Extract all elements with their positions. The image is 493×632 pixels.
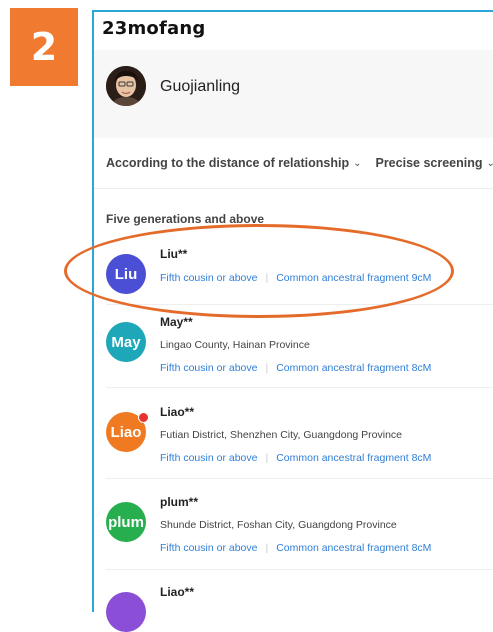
- step-number-badge: 2: [10, 8, 78, 86]
- profile-header[interactable]: Guojianling: [94, 50, 493, 138]
- notification-dot-icon: [138, 412, 149, 423]
- match-relationship-row: Fifth cousin or above | Common ancestral…: [160, 272, 431, 284]
- user-photo-icon: [106, 66, 146, 106]
- filter-bar: According to the distance of relationshi…: [94, 138, 493, 189]
- row-divider: [106, 569, 493, 570]
- app-screen: 23mofang Guojianling According to the di…: [92, 10, 493, 612]
- match-list-item[interactable]: May May** Lingao County, Hainan Province…: [94, 306, 493, 396]
- match-avatar[interactable]: plum: [106, 502, 146, 542]
- match-avatar[interactable]: [106, 592, 146, 632]
- match-list-item[interactable]: Liu Liu** Fifth cousin or above | Common…: [94, 240, 493, 310]
- profile-name[interactable]: Guojianling: [160, 78, 240, 96]
- precise-screening-dropdown[interactable]: Precise screening ⌄: [375, 156, 493, 170]
- shared-dna-label[interactable]: Common ancestral fragment 8cM: [276, 362, 431, 374]
- avatar-initials: plum: [108, 514, 144, 531]
- match-name[interactable]: plum**: [160, 495, 198, 509]
- avatar-initials: Liu: [115, 266, 138, 283]
- match-name[interactable]: Liao**: [160, 585, 194, 599]
- match-list-item[interactable]: plum plum** Shunde District, Foshan City…: [94, 486, 493, 576]
- chevron-down-icon: ⌄: [353, 158, 361, 169]
- row-divider: [106, 478, 493, 479]
- match-location: Futian District, Shenzhen City, Guangdon…: [160, 429, 402, 441]
- match-avatar[interactable]: Liu: [106, 254, 146, 294]
- divider-bar: |: [265, 542, 268, 554]
- divider-bar: |: [265, 452, 268, 464]
- brand-header: 23mofang: [94, 12, 493, 51]
- match-relationship-row: Fifth cousin or above | Common ancestral…: [160, 452, 431, 464]
- shared-dna-label[interactable]: Common ancestral fragment 9cM: [276, 272, 431, 284]
- relationship-label[interactable]: Fifth cousin or above: [160, 362, 257, 374]
- relationship-label[interactable]: Fifth cousin or above: [160, 452, 257, 464]
- match-name[interactable]: Liao**: [160, 405, 194, 419]
- row-divider: [106, 387, 493, 388]
- match-list-item[interactable]: Liao Liao** Futian District, Shenzhen Ci…: [94, 396, 493, 486]
- brand-logo: 23mofang: [102, 18, 205, 39]
- divider-bar: |: [265, 362, 268, 374]
- relationship-label[interactable]: Fifth cousin or above: [160, 272, 257, 284]
- divider-bar: |: [265, 272, 268, 284]
- precise-screening-label: Precise screening: [375, 156, 482, 170]
- profile-avatar[interactable]: [106, 66, 146, 106]
- match-relationship-row: Fifth cousin or above | Common ancestral…: [160, 542, 431, 554]
- match-location: Lingao County, Hainan Province: [160, 339, 310, 351]
- match-location: Shunde District, Foshan City, Guangdong …: [160, 519, 397, 531]
- match-relationship-row: Fifth cousin or above | Common ancestral…: [160, 362, 431, 374]
- match-name[interactable]: Liu**: [160, 247, 187, 261]
- shared-dna-label[interactable]: Common ancestral fragment 8cM: [276, 542, 431, 554]
- match-list-item[interactable]: Liao**: [94, 576, 493, 616]
- match-name[interactable]: May**: [160, 315, 193, 329]
- avatar-initials: Liao: [111, 424, 142, 441]
- chevron-down-icon: ⌄: [487, 158, 493, 169]
- match-avatar[interactable]: May: [106, 322, 146, 362]
- row-divider: [106, 304, 493, 305]
- avatar-initials: May: [111, 334, 140, 351]
- shared-dna-label[interactable]: Common ancestral fragment 8cM: [276, 452, 431, 464]
- sort-dropdown-label: According to the distance of relationshi…: [106, 156, 349, 170]
- section-title: Five generations and above: [106, 212, 264, 226]
- relationship-label[interactable]: Fifth cousin or above: [160, 542, 257, 554]
- sort-dropdown[interactable]: According to the distance of relationshi…: [106, 156, 361, 170]
